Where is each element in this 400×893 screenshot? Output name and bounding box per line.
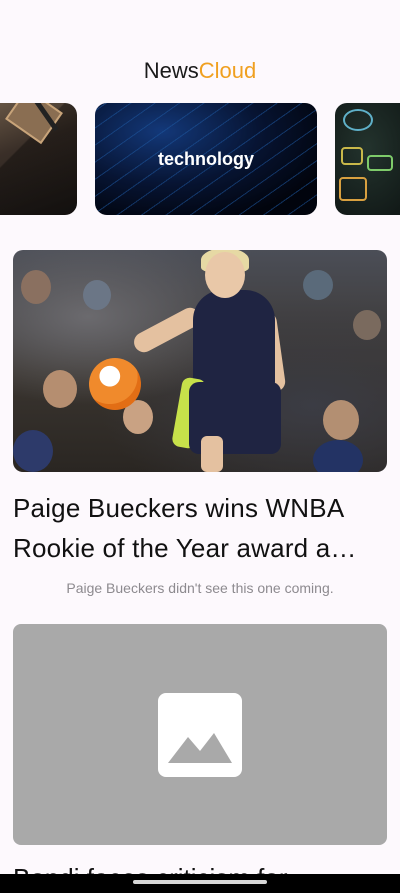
article-headline-line: Rookie of the Year award a…: [13, 533, 357, 563]
article-image[interactable]: [13, 250, 387, 472]
category-image-detail: [341, 147, 363, 165]
home-indicator[interactable]: [133, 880, 267, 884]
article-image-placeholder[interactable]: [13, 624, 387, 845]
app-title-cloud: Cloud: [198, 58, 257, 83]
article-headline-line: Paige Bueckers wins WNBA: [13, 493, 345, 523]
player-leg: [201, 436, 223, 472]
category-carousel[interactable]: technology: [0, 103, 400, 216]
category-card-next[interactable]: [335, 103, 400, 215]
category-image-detail: [367, 155, 393, 171]
article-headline[interactable]: Paige Bueckers wins WNBA Rookie of the Y…: [13, 488, 391, 568]
app-title: NewsCloud: [0, 57, 400, 85]
image-placeholder-icon: [158, 693, 242, 777]
category-card-previous[interactable]: [0, 103, 77, 215]
basketball: [89, 358, 141, 410]
player-head: [205, 252, 245, 298]
app-title-news: News: [143, 58, 199, 83]
category-image-detail: [343, 109, 373, 131]
category-label: technology: [157, 149, 254, 169]
article-summary: Paige Bueckers didn't see this one comin…: [66, 580, 334, 596]
category-image-detail: [339, 177, 367, 201]
category-card-technology[interactable]: technology: [95, 103, 317, 215]
system-navigation-bar: [0, 874, 400, 893]
